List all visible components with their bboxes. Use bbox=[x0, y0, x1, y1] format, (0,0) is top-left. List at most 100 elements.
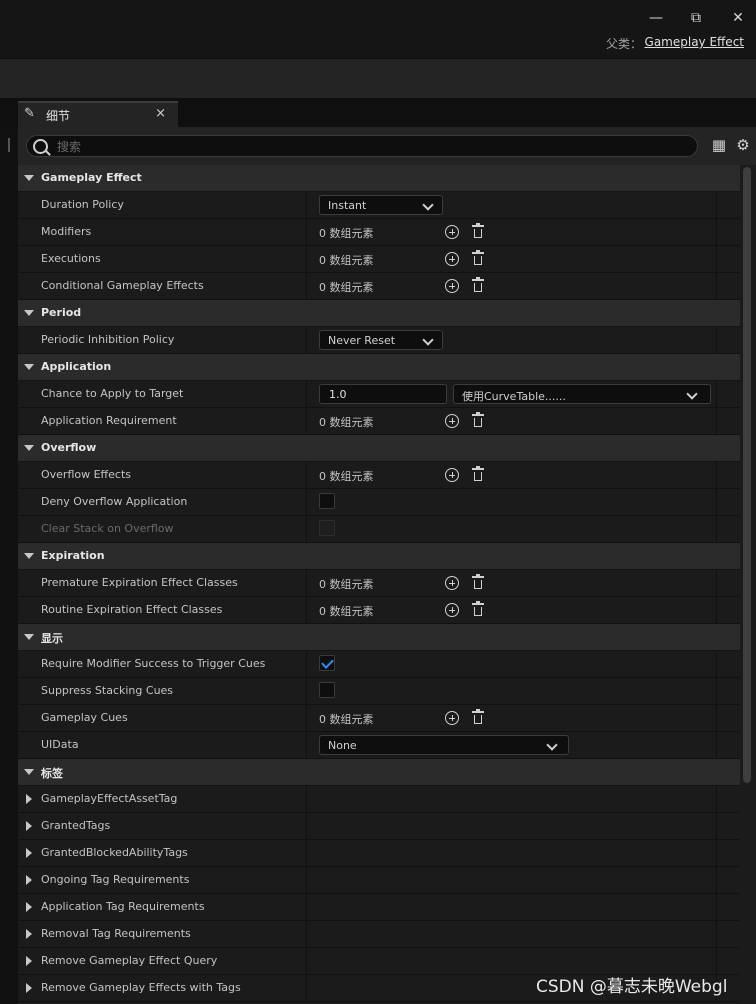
tab-title: 细节 bbox=[46, 109, 71, 123]
category-item[interactable]: 显示 bbox=[18, 624, 740, 651]
combobox-value: Instant bbox=[328, 199, 367, 212]
column-divider bbox=[716, 408, 717, 434]
checkmark-icon bbox=[321, 656, 334, 669]
clear-array-icon[interactable] bbox=[472, 709, 484, 725]
expand-arrow-icon[interactable] bbox=[24, 175, 34, 181]
property-row-deny-overflow-application: Deny Overflow Application bbox=[18, 489, 740, 516]
property-combobox[interactable]: Never Reset bbox=[319, 330, 443, 350]
settings-gear-icon[interactable]: ⚙ bbox=[734, 136, 752, 154]
add-element-icon[interactable] bbox=[445, 279, 459, 293]
category-title: 标签 bbox=[41, 767, 63, 780]
property-row-overflow-effects: Overflow Effects 0 数组元素 bbox=[18, 462, 740, 489]
property-combobox[interactable]: None bbox=[319, 735, 569, 755]
collapsed-arrow-icon[interactable] bbox=[26, 983, 32, 993]
category-title: Gameplay Effect bbox=[41, 171, 142, 184]
number-input[interactable]: 1.0 bbox=[319, 384, 447, 404]
property-checkbox[interactable] bbox=[319, 682, 335, 698]
search-box[interactable] bbox=[26, 135, 698, 157]
column-divider bbox=[306, 732, 307, 758]
add-element-icon[interactable] bbox=[445, 225, 459, 239]
tab-close-icon[interactable]: × bbox=[155, 106, 166, 121]
column-divider bbox=[306, 597, 307, 623]
clear-array-icon[interactable] bbox=[472, 223, 484, 239]
category-gameplay-effect[interactable]: Gameplay Effect bbox=[18, 165, 740, 192]
array-count: 0 数组元素 bbox=[319, 281, 374, 294]
clear-array-icon[interactable] bbox=[472, 601, 484, 617]
property-checkbox[interactable] bbox=[319, 655, 335, 671]
property-checkbox bbox=[319, 520, 335, 536]
property-row-grantedblockedabilitytags: GrantedBlockedAbilityTags bbox=[18, 840, 740, 867]
expand-arrow-icon[interactable] bbox=[24, 769, 34, 775]
clear-array-icon[interactable] bbox=[472, 466, 484, 482]
minimize-icon[interactable]: — bbox=[646, 8, 666, 28]
category-expiration[interactable]: Expiration bbox=[18, 543, 740, 570]
parent-class-link[interactable]: Gameplay Effect bbox=[645, 35, 744, 49]
property-checkbox[interactable] bbox=[319, 493, 335, 509]
trash-body bbox=[474, 607, 482, 616]
collapsed-arrow-icon[interactable] bbox=[26, 929, 32, 939]
clear-array-icon[interactable] bbox=[472, 250, 484, 266]
column-divider bbox=[306, 894, 307, 920]
add-element-icon[interactable] bbox=[445, 414, 459, 428]
clear-array-icon[interactable] bbox=[472, 412, 484, 428]
clear-array-icon[interactable] bbox=[472, 277, 484, 293]
collapsed-arrow-icon[interactable] bbox=[26, 902, 32, 912]
chevron-down-icon bbox=[422, 334, 434, 346]
property-row-grantedtags: GrantedTags bbox=[18, 813, 740, 840]
category-period[interactable]: Period bbox=[18, 300, 740, 327]
column-divider bbox=[306, 840, 307, 866]
table-view-icon[interactable]: ▦ bbox=[710, 136, 728, 154]
expand-arrow-icon[interactable] bbox=[24, 364, 34, 370]
chevron-down-icon bbox=[422, 199, 434, 211]
add-element-icon[interactable] bbox=[445, 711, 459, 725]
column-divider bbox=[716, 327, 717, 353]
property-row-duration-policy: Duration Policy Instant bbox=[18, 192, 740, 219]
column-divider bbox=[306, 327, 307, 353]
add-element-icon[interactable] bbox=[445, 468, 459, 482]
property-row-conditional-gameplay-effects: Conditional Gameplay Effects 0 数组元素 bbox=[18, 273, 740, 300]
column-divider bbox=[716, 921, 717, 947]
curve-table-combobox[interactable]: 使用CurveTable...... bbox=[453, 384, 711, 404]
close-icon[interactable]: ✕ bbox=[728, 8, 748, 28]
expand-arrow-icon[interactable] bbox=[24, 553, 34, 559]
restore-icon[interactable]: ⧉ bbox=[686, 8, 706, 28]
add-element-icon[interactable] bbox=[445, 252, 459, 266]
property-name: Chance to Apply to Target bbox=[41, 387, 184, 400]
column-divider bbox=[306, 273, 307, 299]
collapsed-arrow-icon[interactable] bbox=[26, 956, 32, 966]
clear-array-icon[interactable] bbox=[472, 574, 484, 590]
expand-arrow-icon[interactable] bbox=[24, 445, 34, 451]
expand-arrow-icon[interactable] bbox=[24, 310, 34, 316]
property-row-modifiers: Modifiers 0 数组元素 bbox=[18, 219, 740, 246]
chevron-down-icon bbox=[686, 388, 698, 400]
add-element-icon[interactable] bbox=[445, 576, 459, 590]
scrollbar-thumb[interactable] bbox=[743, 167, 751, 783]
left-edge-panel bbox=[0, 128, 18, 1004]
title-bar: — ⧉ ✕ 父类： Gameplay Effect bbox=[0, 0, 756, 57]
property-name: Periodic Inhibition Policy bbox=[41, 333, 175, 346]
column-divider bbox=[306, 462, 307, 488]
collapsed-arrow-icon[interactable] bbox=[26, 848, 32, 858]
array-count: 0 数组元素 bbox=[319, 416, 374, 429]
property-name: GrantedBlockedAbilityTags bbox=[41, 846, 188, 859]
column-divider bbox=[716, 840, 717, 866]
category-application[interactable]: Application bbox=[18, 354, 740, 381]
collapsed-arrow-icon[interactable] bbox=[26, 821, 32, 831]
property-row-suppress-stacking-cues: Suppress Stacking Cues bbox=[18, 678, 740, 705]
property-name: Gameplay Cues bbox=[41, 711, 128, 724]
trash-body bbox=[474, 715, 482, 724]
category-item[interactable]: 标签 bbox=[18, 759, 740, 786]
search-input[interactable] bbox=[55, 137, 679, 157]
column-divider bbox=[716, 651, 717, 677]
property-name: Conditional Gameplay Effects bbox=[41, 279, 204, 292]
property-combobox[interactable]: Instant bbox=[319, 195, 443, 215]
column-divider bbox=[306, 786, 307, 812]
property-row-executions: Executions 0 数组元素 bbox=[18, 246, 740, 273]
collapsed-arrow-icon[interactable] bbox=[26, 875, 32, 885]
expand-arrow-icon[interactable] bbox=[24, 634, 34, 640]
array-count: 0 数组元素 bbox=[319, 227, 374, 240]
category-overflow[interactable]: Overflow bbox=[18, 435, 740, 462]
add-element-icon[interactable] bbox=[445, 603, 459, 617]
tab-details[interactable]: ✎ 细节 × bbox=[18, 101, 178, 127]
collapsed-arrow-icon[interactable] bbox=[26, 794, 32, 804]
